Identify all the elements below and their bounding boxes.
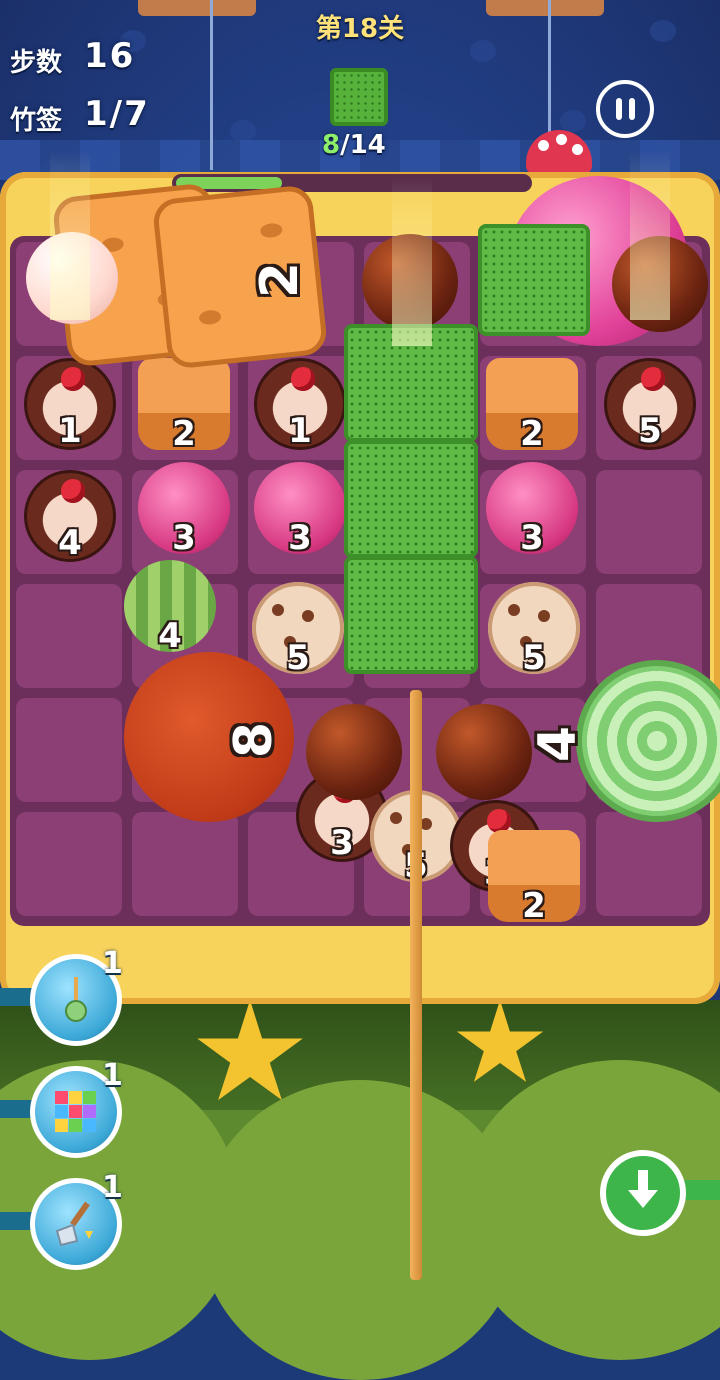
pink-candy-piece[interactable]: 3 <box>486 462 578 558</box>
light-beam <box>50 150 90 320</box>
tool-count: 1 <box>102 946 123 981</box>
cupcake-piece[interactable]: 2 <box>486 358 578 454</box>
melon-piece[interactable]: 4 <box>124 560 216 656</box>
donut-piece[interactable]: 1 <box>24 358 116 451</box>
arrow-down-icon <box>628 1170 658 1208</box>
board-cell[interactable] <box>132 812 238 916</box>
skewer-icon <box>65 977 87 1022</box>
board-cell[interactable] <box>16 812 122 916</box>
light-beam <box>392 176 432 346</box>
drop-button-arm <box>680 1180 720 1200</box>
green-cube-piece <box>478 224 590 336</box>
tool-count: 1 <box>102 1170 123 1205</box>
pink-candy-piece[interactable]: 3 <box>138 462 230 558</box>
board-cell[interactable] <box>16 698 122 802</box>
donut-piece[interactable]: 4 <box>24 470 116 563</box>
cube-number: 2 <box>250 261 311 299</box>
pause-button[interactable] <box>596 80 654 138</box>
light-beam <box>630 150 670 320</box>
shovel-icon <box>55 1201 93 1247</box>
steps-value: 16 <box>84 36 136 76</box>
cube-icon <box>55 1091 96 1132</box>
chocolate-ball <box>436 704 532 800</box>
board-cell[interactable] <box>16 584 122 688</box>
green-cube-piece <box>344 440 478 558</box>
cookie-piece[interactable]: 5 <box>488 582 580 678</box>
donut-piece[interactable]: 5 <box>604 358 696 451</box>
target-progress: 8/14 <box>322 130 386 160</box>
green-cube-piece <box>344 556 478 674</box>
tool-count: 1 <box>102 1058 123 1093</box>
drop-button[interactable] <box>600 1150 686 1236</box>
cupcake-piece[interactable]: 2 <box>488 830 580 926</box>
steps-label: 步数 <box>10 48 63 78</box>
donut-piece[interactable]: 1 <box>254 358 346 451</box>
board-cell[interactable] <box>596 470 702 574</box>
red-ball-number: 8 <box>224 721 285 759</box>
pause-icon <box>615 98 622 120</box>
cookie-piece[interactable]: 5 <box>252 582 344 678</box>
roll-number: 4 <box>528 725 589 763</box>
skewers-value: 1/7 <box>84 94 150 134</box>
skewers-label: 竹签 <box>10 106 63 136</box>
board-cell[interactable] <box>596 812 702 916</box>
chocolate-ball <box>306 704 402 800</box>
green-cube-icon <box>330 68 388 126</box>
pink-candy-piece[interactable]: 3 <box>254 462 346 558</box>
cupcake-piece[interactable]: 2 <box>138 358 230 454</box>
bamboo-skewer <box>410 690 422 1280</box>
